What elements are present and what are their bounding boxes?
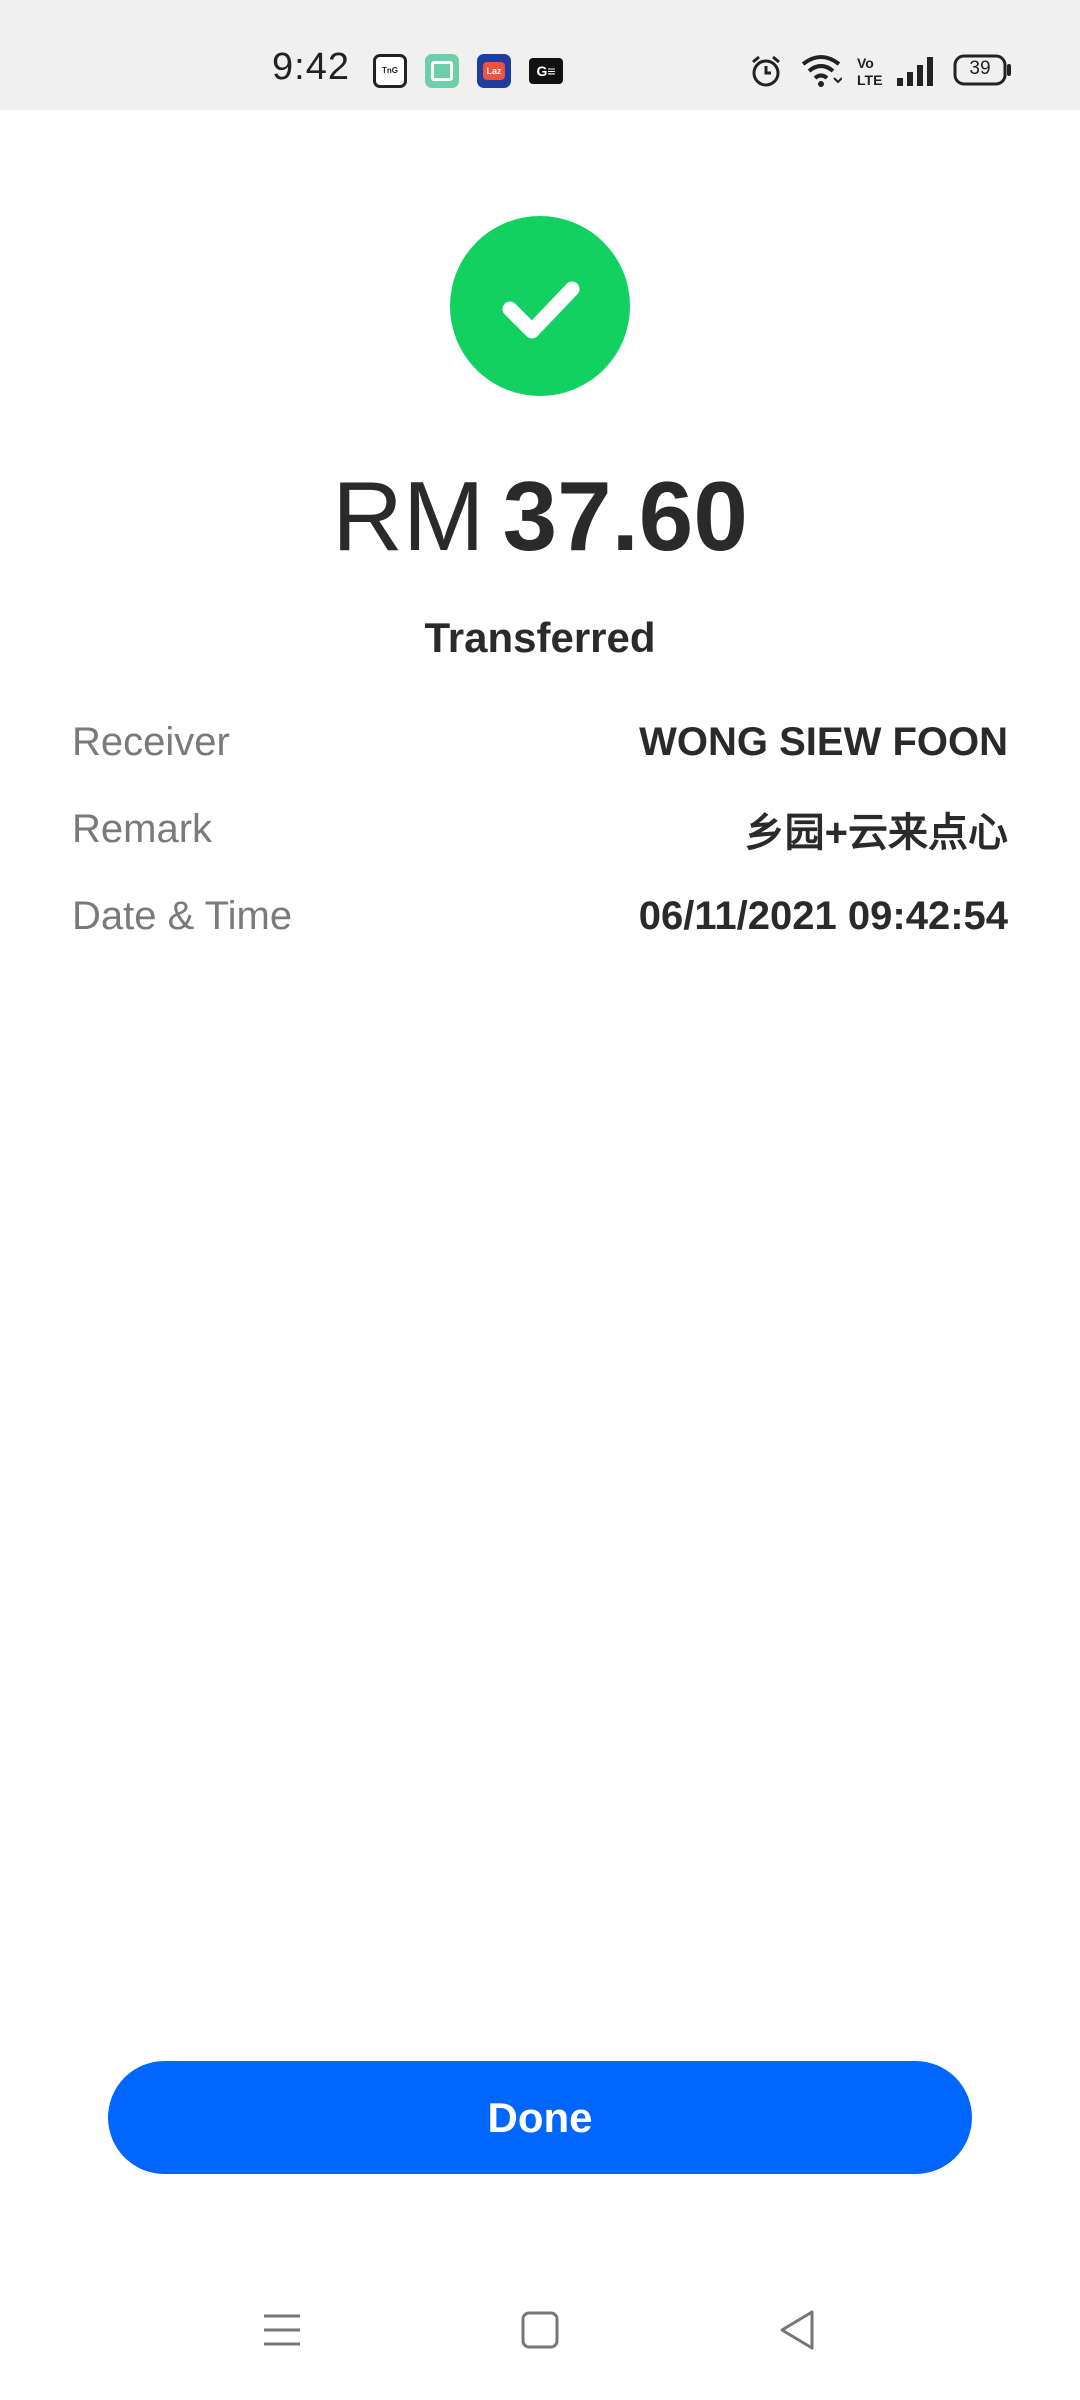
battery-level: 39 xyxy=(969,58,991,79)
receiver-label: Receiver xyxy=(72,719,230,764)
wifi-icon xyxy=(801,55,842,87)
datetime-row: Date & Time 06/11/2021 09:42:54 xyxy=(72,886,1008,946)
home-icon[interactable] xyxy=(510,2300,570,2360)
datetime-value: 06/11/2021 09:42:54 xyxy=(638,893,1008,938)
transfer-status: Transferred xyxy=(424,614,656,661)
remark-value: 乡园+云来点心 xyxy=(744,811,1008,855)
checkmark-icon xyxy=(502,281,580,339)
status-bar: 9:42 TnG Laz G≡ Vo LTE 39 xyxy=(0,0,1080,110)
remark-label: Remark xyxy=(72,806,213,851)
menu-icon[interactable] xyxy=(252,2300,312,2360)
done-button[interactable]: Done xyxy=(108,2061,972,2174)
gopay-icon: G≡ xyxy=(529,58,563,84)
back-icon[interactable] xyxy=(768,2300,828,2360)
receiver-value: WONG SIEW FOON xyxy=(639,719,1008,764)
datetime-label: Date & Time xyxy=(72,893,293,938)
svg-text:LTE: LTE xyxy=(857,72,882,88)
volte-icon: Vo LTE xyxy=(857,55,882,88)
green-app-icon xyxy=(425,54,459,88)
svg-text:Vo: Vo xyxy=(857,55,874,71)
status-time: 9:42 xyxy=(272,46,350,88)
signal-icon xyxy=(897,57,933,86)
remark-row: Remark 乡园+云来点心 xyxy=(72,799,1008,859)
receiver-row: Receiver WONG SIEW FOON xyxy=(72,712,1008,772)
transfer-amount: RM 37.60 xyxy=(0,456,1080,576)
alarm-icon xyxy=(752,55,780,87)
touch-n-go-ewallet-icon: TnG xyxy=(373,54,407,88)
amount-value: 37.60 xyxy=(502,461,748,571)
lazada-icon: Laz xyxy=(477,54,511,88)
amount-currency: RM xyxy=(332,461,485,571)
success-status xyxy=(450,216,630,396)
